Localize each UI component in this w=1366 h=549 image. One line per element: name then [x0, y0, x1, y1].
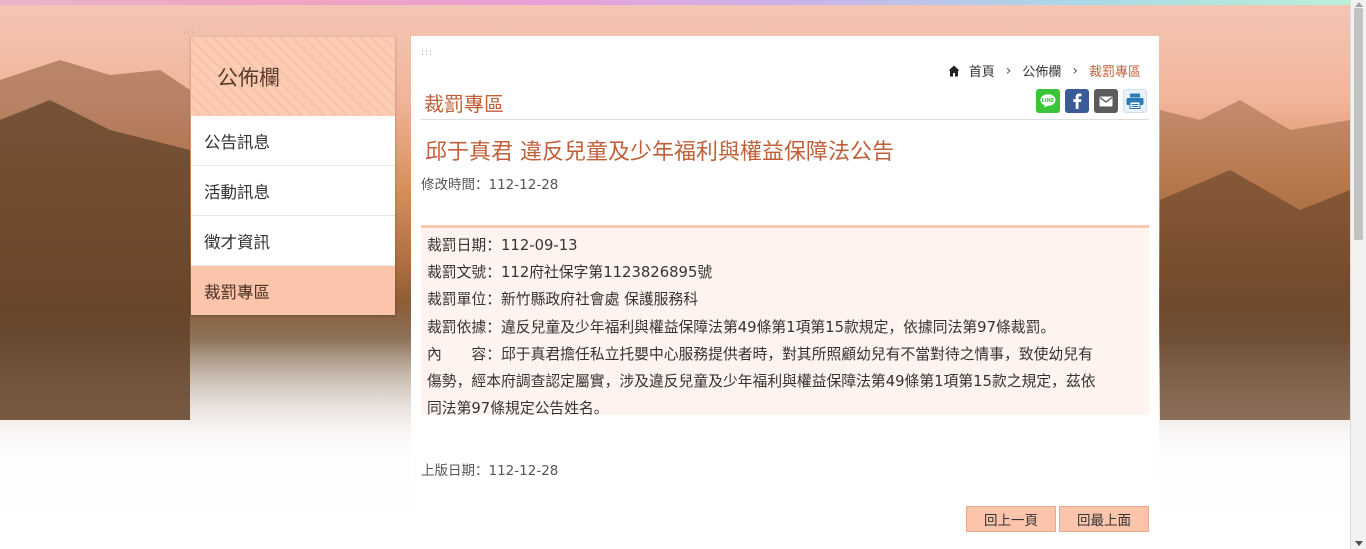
scroll-down-icon[interactable]	[1355, 541, 1363, 546]
print-icon	[1126, 93, 1144, 109]
sidebar-item-jobs[interactable]: 徵才資訊	[191, 216, 395, 266]
scroll-up-icon[interactable]	[1355, 2, 1363, 7]
top-color-band	[0, 0, 1350, 5]
modified-time: 修改時間：112-12-28	[421, 177, 559, 193]
divider	[421, 119, 1149, 120]
line-icon: LINE	[1040, 94, 1056, 108]
breadcrumb-home[interactable]: 首頁	[969, 61, 995, 80]
sidebar: 公佈欄 公告訊息 活動訊息 徵才資訊 裁罰專區	[191, 37, 395, 315]
home-icon	[948, 65, 960, 76]
back-button[interactable]: 回上一頁	[966, 506, 1056, 532]
page-scrollbar[interactable]	[1350, 0, 1366, 549]
back-to-top-button[interactable]: 回最上面	[1059, 506, 1149, 532]
penalty-content-line: 內 容：邱于真君擔任私立托嬰中心服務提供者時，對其所照顧幼兒有不當對待之情事，致…	[427, 345, 1093, 363]
scrollbar-thumb[interactable]	[1354, 8, 1363, 240]
share-buttons: LINE	[1031, 89, 1147, 113]
penalty-document-number: 裁罰文號：112府社保字第1123826895號	[427, 264, 713, 282]
penalty-content-line: 同法第97條規定公告姓名。	[427, 400, 609, 418]
sidebar-title: 公佈欄	[191, 37, 395, 116]
sidebar-item-announcements[interactable]: 公告訊息	[191, 116, 395, 166]
sidebar-item-events[interactable]: 活動訊息	[191, 166, 395, 216]
breadcrumb-bulletin[interactable]: 公佈欄	[1022, 61, 1061, 80]
chevron-right-icon: ›	[1072, 62, 1078, 79]
article-title: 邱于真君 違反兒童及少年福利與權益保障法公告	[425, 140, 894, 165]
penalty-basis: 裁罰依據：違反兒童及少年福利與權益保障法第49條第1項第15款規定，依據同法第9…	[427, 318, 1056, 336]
penalty-notice: 裁罰日期：112-09-13 裁罰文號：112府社保字第1123826895號 …	[421, 225, 1149, 417]
penalty-unit: 裁罰單位：新竹縣政府社會處 保護服務科	[427, 291, 699, 309]
penalty-date: 裁罰日期：112-09-13	[427, 237, 578, 254]
line-share-button[interactable]: LINE	[1036, 89, 1060, 113]
published-date: 上版日期：112-12-28	[421, 463, 559, 479]
section-title: 裁罰專區	[424, 92, 504, 116]
facebook-icon	[1073, 93, 1082, 109]
breadcrumb-current: 裁罰專區	[1088, 65, 1141, 80]
chevron-right-icon: ›	[1005, 62, 1012, 79]
email-share-button[interactable]	[1094, 89, 1118, 113]
drag-handle-dots: :::	[183, 26, 196, 36]
sidebar-item-penalties[interactable]: 裁罰專區	[191, 266, 395, 315]
mail-icon	[1099, 96, 1113, 106]
main-content: ::: 首頁 › 公佈欄 › 裁罰專區 裁罰專區 LINE 邱于真君 違反兒童及…	[411, 36, 1159, 549]
drag-handle-dots: :::	[421, 48, 434, 58]
facebook-share-button[interactable]	[1065, 89, 1089, 113]
breadcrumb: 首頁 › 公佈欄 › 裁罰專區	[948, 61, 1141, 80]
print-button[interactable]	[1123, 89, 1147, 113]
svg-text:LINE: LINE	[1042, 98, 1055, 104]
penalty-content-line: 傷勢，經本府調查認定屬實，涉及違反兒童及少年福利與權益保障法第49條第1項第15…	[427, 373, 1096, 391]
